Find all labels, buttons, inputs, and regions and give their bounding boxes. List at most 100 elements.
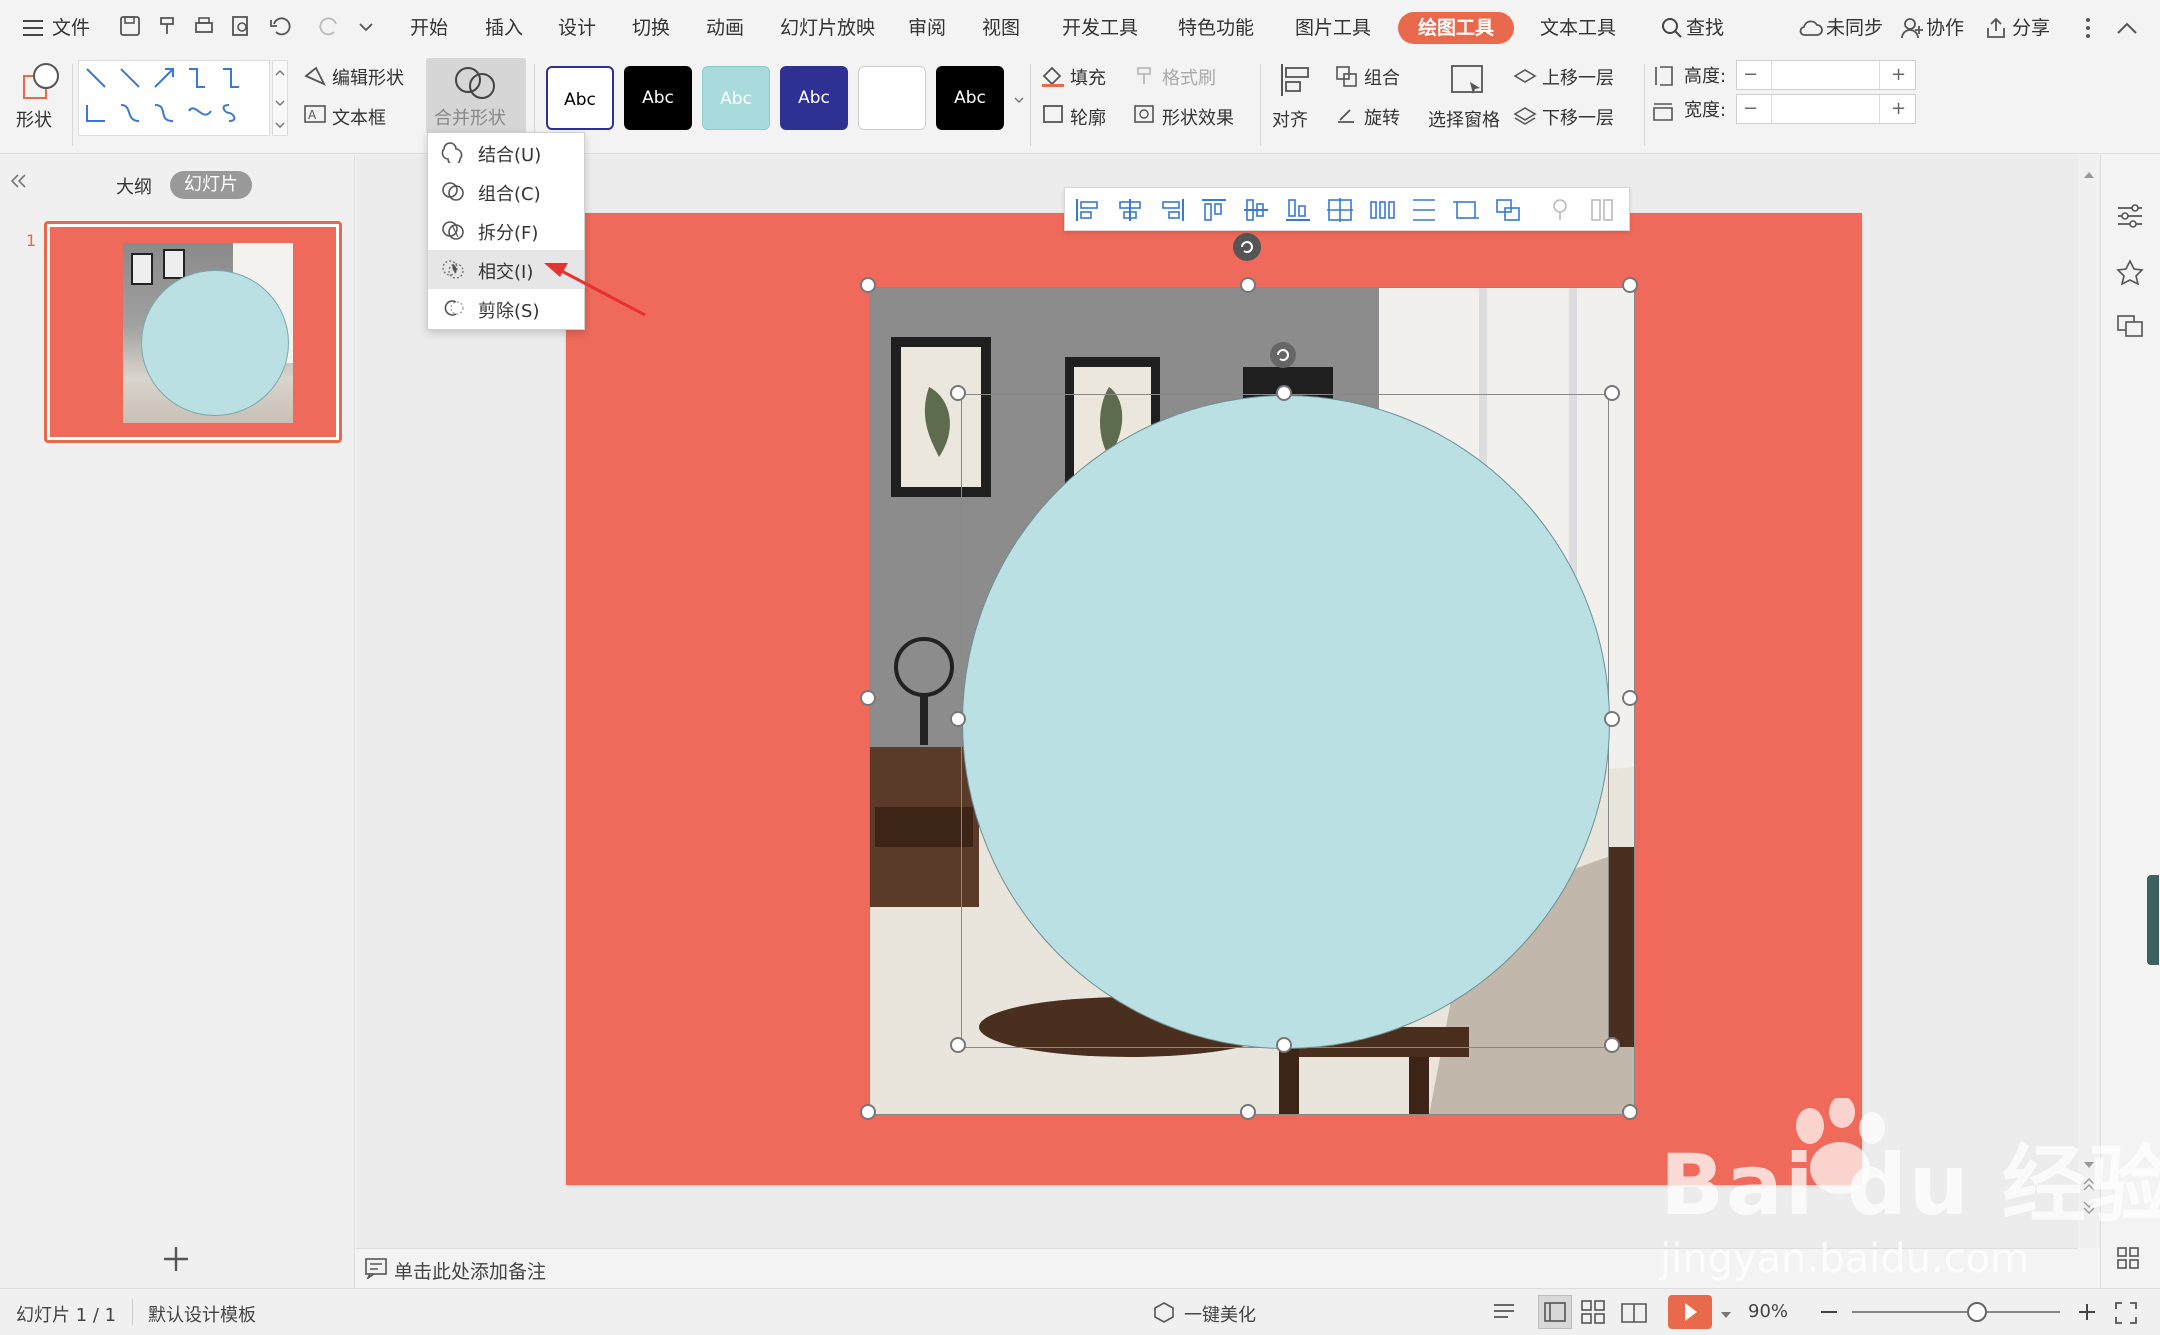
- side-handle[interactable]: [2147, 875, 2159, 965]
- search-button[interactable]: 查找: [1686, 0, 1724, 56]
- add-slide-icon[interactable]: [162, 1245, 190, 1277]
- height-increment-button[interactable]: +: [1891, 64, 1906, 85]
- tab-slideshow[interactable]: 幻灯片放映: [780, 0, 875, 56]
- normal-view-icon[interactable]: [1538, 1295, 1572, 1329]
- rotate-handle-icon[interactable]: [1233, 233, 1261, 261]
- shape-button[interactable]: 形状: [16, 106, 52, 132]
- properties-icon[interactable]: [2115, 203, 2145, 233]
- selection-pane-icon[interactable]: [1448, 60, 1488, 104]
- style-swatch-plain[interactable]: [858, 66, 926, 130]
- share-button[interactable]: 分享: [2012, 0, 2050, 56]
- print-icon[interactable]: [192, 14, 220, 42]
- width-increment-button[interactable]: +: [1891, 98, 1906, 119]
- tab-animation[interactable]: 动画: [706, 0, 744, 56]
- selection-pane-button[interactable]: 选择窗格: [1428, 106, 1500, 132]
- slide-thumbnail[interactable]: [44, 221, 342, 443]
- sync-status[interactable]: 未同步: [1826, 0, 1883, 56]
- group-button[interactable]: 组合: [1364, 64, 1400, 90]
- align-bottom-icon[interactable]: [1283, 196, 1313, 224]
- align-button[interactable]: 对齐: [1272, 106, 1308, 132]
- merge-combine-item[interactable]: 组合(C): [428, 172, 584, 211]
- width-input[interactable]: − +: [1736, 94, 1916, 124]
- distribute-vertical-icon[interactable]: [1409, 196, 1439, 224]
- resize-handle[interactable]: [950, 711, 966, 727]
- resize-handle[interactable]: [950, 1037, 966, 1053]
- cloud-sync-icon[interactable]: [1798, 16, 1824, 44]
- vertical-scrollbar[interactable]: [2078, 155, 2100, 1248]
- align-middle-icon[interactable]: [1241, 196, 1271, 224]
- tab-special-features[interactable]: 特色功能: [1178, 0, 1254, 56]
- slide-canvas[interactable]: [566, 213, 1862, 1185]
- rotate-button[interactable]: 旋转: [1364, 104, 1400, 130]
- align-left-icon[interactable]: [1073, 196, 1103, 224]
- resize-handle[interactable]: [860, 277, 876, 293]
- resize-handle[interactable]: [860, 690, 876, 706]
- share-icon[interactable]: [1984, 16, 2008, 44]
- beautify-button[interactable]: 一键美化: [1184, 1301, 1256, 1327]
- beautify-icon[interactable]: [1152, 1301, 1176, 1327]
- shape-effect-button[interactable]: 形状效果: [1162, 104, 1234, 130]
- edit-shape-button[interactable]: 编辑形状: [332, 64, 404, 90]
- slide-sorter-icon[interactable]: [1580, 1299, 1606, 1329]
- tab-transition[interactable]: 切换: [632, 0, 670, 56]
- group-objects-icon[interactable]: [1493, 196, 1523, 224]
- style-swatch-dark-blue[interactable]: Abc: [780, 66, 848, 130]
- outline-button[interactable]: 轮廓: [1070, 104, 1106, 130]
- tab-developer[interactable]: 开发工具: [1062, 0, 1138, 56]
- zoom-slider-thumb[interactable]: [1966, 1302, 1987, 1322]
- bring-forward-icon[interactable]: [1512, 64, 1538, 92]
- rotate-handle-icon[interactable]: [1270, 342, 1296, 368]
- tab-text-tools[interactable]: 文本工具: [1540, 0, 1616, 56]
- fit-window-icon[interactable]: [2114, 1301, 2138, 1329]
- tab-picture-tools[interactable]: 图片工具: [1295, 0, 1371, 56]
- save-icon[interactable]: [118, 14, 146, 42]
- zoom-out-icon[interactable]: [1818, 1301, 1840, 1327]
- customize-quick-access-icon[interactable]: [356, 14, 384, 42]
- tab-home[interactable]: 开始: [410, 0, 448, 56]
- gallery-scroll[interactable]: [272, 60, 288, 136]
- resize-handle[interactable]: [1276, 385, 1292, 401]
- merge-fragment-item[interactable]: 拆分(F): [428, 211, 584, 250]
- align-right-icon[interactable]: [1157, 196, 1187, 224]
- redo-icon[interactable]: [318, 14, 346, 42]
- print-preview-icon[interactable]: [229, 14, 257, 42]
- tab-design[interactable]: 设计: [558, 0, 596, 56]
- slideshow-options-icon[interactable]: [1720, 1305, 1732, 1324]
- tab-insert[interactable]: 插入: [485, 0, 523, 56]
- zoom-in-icon[interactable]: [2076, 1301, 2098, 1327]
- resize-handle[interactable]: [1240, 277, 1256, 293]
- merge-union-item[interactable]: 结合(U): [428, 133, 584, 172]
- height-input[interactable]: − +: [1736, 60, 1916, 90]
- style-gallery-expand[interactable]: [1012, 64, 1026, 134]
- format-painter-button[interactable]: 格式刷: [1162, 64, 1216, 90]
- resize-handle[interactable]: [1276, 1037, 1292, 1053]
- notes-view-icon[interactable]: [1492, 1301, 1520, 1327]
- align-icon[interactable]: [1276, 60, 1316, 104]
- notes-placeholder[interactable]: 单击此处添加备注: [394, 1257, 546, 1284]
- fill-button[interactable]: 填充: [1070, 64, 1106, 90]
- search-icon[interactable]: [1660, 16, 1684, 44]
- collaborate-icon[interactable]: [1900, 16, 1924, 44]
- resize-handle[interactable]: [1604, 385, 1620, 401]
- resize-handle[interactable]: [950, 385, 966, 401]
- hamburger-icon[interactable]: [22, 18, 44, 42]
- group-icon[interactable]: [1334, 64, 1360, 92]
- send-backward-button[interactable]: 下移一层: [1542, 104, 1614, 130]
- style-swatch-black[interactable]: Abc: [624, 66, 692, 130]
- send-backward-icon[interactable]: [1512, 102, 1538, 130]
- equal-size-icon[interactable]: [1451, 196, 1481, 224]
- tab-outline[interactable]: 大纲: [116, 173, 152, 199]
- outline-icon[interactable]: [1040, 102, 1066, 130]
- style-swatch-black-2[interactable]: Abc: [936, 66, 1004, 130]
- height-decrement-button[interactable]: −: [1743, 64, 1758, 85]
- shape-effect-icon[interactable]: [1132, 102, 1158, 130]
- zoom-slider[interactable]: [1852, 1302, 2060, 1322]
- animation-pane-icon[interactable]: [2115, 259, 2145, 289]
- resize-handle[interactable]: [1604, 711, 1620, 727]
- merge-shape-button[interactable]: 合并形状: [426, 58, 526, 134]
- resize-handle[interactable]: [1622, 1104, 1638, 1120]
- distribute-horizontal-icon[interactable]: [1367, 196, 1397, 224]
- width-decrement-button[interactable]: −: [1743, 98, 1758, 119]
- fill-icon[interactable]: [1040, 64, 1066, 92]
- bring-forward-button[interactable]: 上移一层: [1542, 64, 1614, 90]
